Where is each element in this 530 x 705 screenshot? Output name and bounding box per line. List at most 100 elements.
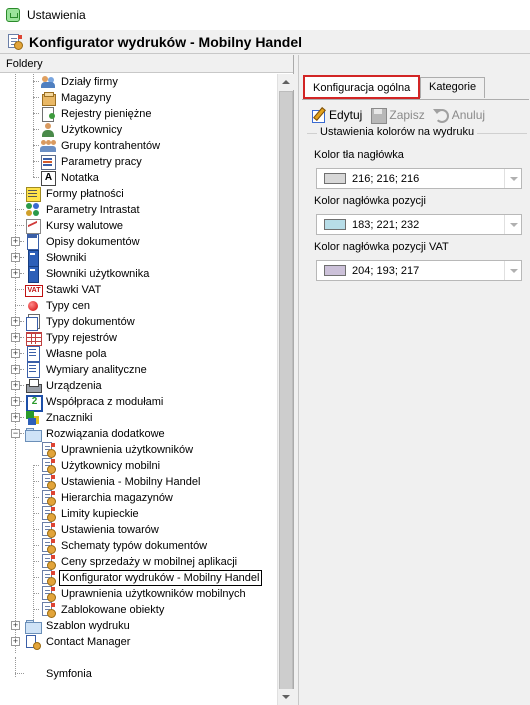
tree-item-znaczniki[interactable]: Znaczniki <box>25 410 94 426</box>
chevron-down-icon[interactable] <box>504 215 521 234</box>
tree-item-uprawnienia-uzytkownikow[interactable]: Uprawnienia użytkowników <box>40 442 195 458</box>
expand-toggle-slowniki[interactable]: + <box>11 253 20 262</box>
expand-toggle-slowniki-uzytkownika[interactable]: + <box>11 269 20 278</box>
expand-toggle-contact-manager[interactable]: + <box>11 637 20 646</box>
tree-item-kursy-walutowe[interactable]: Kursy walutowe <box>25 218 125 234</box>
tree-item-parametry-pracy[interactable]: Parametry pracy <box>40 154 144 170</box>
tree-item-typy-rejestrow[interactable]: Typy rejestrów <box>25 330 119 346</box>
analytic-dimensions-icon <box>25 362 41 378</box>
price-types-icon <box>25 298 41 314</box>
tree-item-formy-platnosci[interactable]: Formy płatności <box>25 186 126 202</box>
tree-item-konfigurator-wydrukow[interactable]: Konfigurator wydruków - Mobilny Handel <box>40 570 263 586</box>
tree-item-uprawnienia-mobilnych[interactable]: Uprawnienia użytkowników mobilnych <box>40 586 248 602</box>
details-panel: Konfiguracja ogólna Kategorie Edytuj Zap… <box>298 55 530 705</box>
expand-toggle-znaczniki[interactable]: + <box>11 413 20 422</box>
item-header-color-swatch <box>324 219 346 230</box>
chevron-down-icon[interactable] <box>504 261 521 280</box>
payment-forms-icon <box>25 186 41 202</box>
edit-button[interactable]: Edytuj <box>310 107 362 123</box>
tree-item-uzytkownicy[interactable]: Użytkownicy <box>40 122 124 138</box>
expand-toggle-typy-dokumentow[interactable]: + <box>11 317 20 326</box>
open-folder-icon <box>25 426 42 442</box>
toolbar: Edytuj Zapisz Anuluj <box>310 104 493 126</box>
header-bg-color-combo[interactable]: 216; 216; 216 <box>316 168 522 189</box>
tree-item-parametry-intrastat[interactable]: Parametry Intrastat <box>25 202 142 218</box>
page-title: Konfigurator wydruków - Mobilny Handel <box>29 33 302 50</box>
expand-toggle-typy-rejestrow[interactable]: + <box>11 333 20 342</box>
item-header-color-combo[interactable]: 183; 221; 232 <box>316 214 522 235</box>
cash-register-icon <box>40 106 56 122</box>
folder-tree[interactable]: + + + + + + + + + + − + + Działy firmy M… <box>0 74 277 705</box>
expand-toggle-urzadzenia[interactable]: + <box>11 381 20 390</box>
tree-item-grupy-kontrahentow[interactable]: Grupy kontrahentów <box>40 138 162 154</box>
warehouse-icon <box>40 90 56 106</box>
tree-item-typy-dokumentow[interactable]: Typy dokumentów <box>25 314 137 331</box>
vat-header-color-combo[interactable]: 204; 193; 217 <box>316 260 522 281</box>
tab-strip: Konfiguracja ogólna Kategorie <box>302 75 530 99</box>
expand-toggle-opisy[interactable]: + <box>11 237 20 246</box>
tree-item-symfonia[interactable]: Symfonia <box>25 666 94 682</box>
tree-item-ustawienia-towarow[interactable]: Ustawienia towarów <box>40 522 161 538</box>
tree-item-contact-manager[interactable]: Contact Manager <box>25 634 132 650</box>
scroll-down-arrow-icon[interactable] <box>278 689 294 705</box>
tree-item-stawki-vat[interactable]: Stawki VAT <box>25 282 103 298</box>
expand-toggle-szablon[interactable]: + <box>11 621 20 630</box>
expand-toggle-wlasne-pola[interactable]: + <box>11 349 20 358</box>
tree-item-wspolpraca[interactable]: Współpraca z modułami <box>25 394 165 412</box>
tree-item-typy-cen[interactable]: Typy cen <box>25 298 92 314</box>
parameters-icon <box>40 154 56 170</box>
tree-item-uzytkownicy-mobilni[interactable]: Użytkownicy mobilni <box>40 458 162 474</box>
tree-item-zablokowane-obiekty[interactable]: Zablokowane obiekty <box>40 602 166 618</box>
config-icon <box>40 554 56 570</box>
config-icon <box>40 570 56 586</box>
header-bg-color-value: 216; 216; 216 <box>352 172 420 185</box>
custom-fields-icon <box>25 346 41 362</box>
tree-item-wymiary-analityczne[interactable]: Wymiary analityczne <box>25 362 149 378</box>
intrastat-icon <box>25 202 41 218</box>
tree-item-notatka[interactable]: Notatka <box>40 170 101 186</box>
register-types-icon <box>25 330 42 346</box>
tab-content: Edytuj Zapisz Anuluj Ustawienia kolorów … <box>302 99 529 705</box>
currency-chart-icon <box>25 218 41 234</box>
tree-item-szablon-wydruku[interactable]: Szablon wydruku <box>25 618 132 634</box>
config-icon <box>40 442 56 458</box>
expand-toggle-wymiary[interactable]: + <box>11 365 20 374</box>
print-colors-group: Ustawienia kolorów na wydruku Kolor tła … <box>307 126 527 393</box>
tree-vertical-scrollbar[interactable] <box>277 74 294 705</box>
tree-item-ustawienia-mobilny-handel[interactable]: Ustawienia - Mobilny Handel <box>40 474 202 490</box>
tree-item-rozwiazania-dodatkowe[interactable]: Rozwiązania dodatkowe <box>25 426 167 442</box>
save-button[interactable]: Zapisz <box>370 107 425 124</box>
edit-pencil-icon <box>310 107 326 123</box>
modules-icon <box>25 394 43 412</box>
window-titlebar: Ustawienia <box>0 0 530 30</box>
scrollbar-thumb[interactable] <box>279 91 293 705</box>
tree-item-rejestry-pieniezne[interactable]: Rejestry pieniężne <box>40 106 154 122</box>
tree-item-ceny-sprzedazy[interactable]: Ceny sprzedaży w mobilnej aplikacji <box>40 554 239 570</box>
window-title: Ustawienia <box>27 8 86 22</box>
tree-item-opisy-dokumentow[interactable]: Opisy dokumentów <box>25 234 142 250</box>
tree-item-limity-kupieckie[interactable]: Limity kupieckie <box>40 506 141 522</box>
tree-item-urzadzenia[interactable]: Urządzenia <box>25 378 104 394</box>
tree-item-slowniki-uzytkownika[interactable]: Słowniki użytkownika <box>25 266 151 283</box>
tree-item-schematy-typow-dokumentow[interactable]: Schematy typów dokumentów <box>40 538 209 554</box>
vat-header-color-value: 204; 193; 217 <box>352 264 420 277</box>
item-header-color-value: 183; 221; 232 <box>352 218 420 231</box>
tree-item-dzialy-firmy[interactable]: Działy firmy <box>40 74 120 90</box>
tree-item-wlasne-pola[interactable]: Własne pola <box>25 346 109 362</box>
item-header-color-label: Kolor nagłówka pozycji <box>314 195 426 207</box>
tree-item-hierarchia-magazynow[interactable]: Hierarchia magazynów <box>40 490 175 506</box>
tab-konfiguracja-ogolna[interactable]: Konfiguracja ogólna <box>303 75 421 99</box>
folders-panel: Foldery + + + + + + + + + + − + + Działy… <box>0 55 294 705</box>
config-icon <box>40 458 56 474</box>
config-icon <box>40 490 56 506</box>
save-disk-icon <box>370 107 388 124</box>
tree-item-slowniki[interactable]: Słowniki <box>25 250 88 267</box>
chevron-down-icon[interactable] <box>504 169 521 188</box>
expand-toggle-wspolpraca[interactable]: + <box>11 397 20 406</box>
collapse-toggle-rozwiazania[interactable]: − <box>11 429 20 438</box>
cancel-button[interactable]: Anuluj <box>432 107 485 123</box>
config-icon <box>40 522 56 538</box>
scroll-up-arrow-icon[interactable] <box>278 74 294 90</box>
tab-kategorie[interactable]: Kategorie <box>420 77 486 98</box>
tree-item-magazyny[interactable]: Magazyny <box>40 90 113 106</box>
